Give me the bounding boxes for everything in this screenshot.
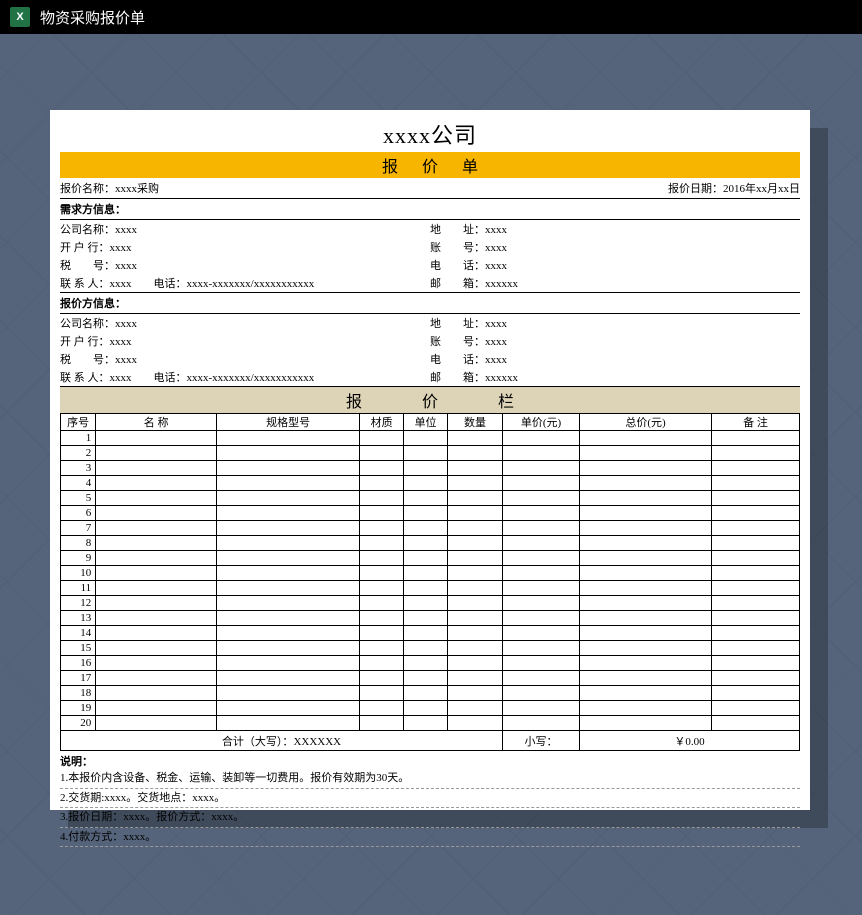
table-row: 9 [61, 551, 800, 566]
col-seq: 序号 [61, 414, 96, 431]
note-line-3: 3.报价日期：xxxx。报价方式：xxxx。 [60, 808, 800, 828]
demand-account-value: xxxx [485, 242, 507, 254]
excel-icon: X [10, 7, 30, 27]
demand-company-value: xxxx [115, 224, 137, 236]
col-total: 总价(元) [580, 414, 712, 431]
col-qty: 数量 [448, 414, 503, 431]
table-row: 13 [61, 611, 800, 626]
table-row: 5 [61, 491, 800, 506]
supply-bank-label: 开 户 行： [60, 336, 110, 348]
table-row: 20 [61, 716, 800, 731]
quote-date-value: 2016年xx月xx日 [723, 183, 800, 195]
demand-phone-label: 电话： [154, 278, 187, 290]
col-name: 名 称 [96, 414, 217, 431]
supply-tel-value: xxxx [485, 354, 507, 366]
total-lower-value: ￥0.00 [580, 731, 800, 751]
supply-company-value: xxxx [115, 318, 137, 330]
table-row: 10 [61, 566, 800, 581]
titlebar: X 物资采购报价单 [0, 0, 862, 34]
demand-contact-value: xxxx [110, 278, 132, 290]
col-price: 单价(元) [503, 414, 580, 431]
table-row: 2 [61, 446, 800, 461]
table-row: 18 [61, 686, 800, 701]
demand-mail-label: 邮 箱： [430, 278, 485, 290]
table-row: 3 [61, 461, 800, 476]
quote-name-label: 报价名称： [60, 183, 115, 195]
document-sheet: xxxx公司 报价单 报价名称：xxxx采购 报价日期：2016年xx月xx日 … [50, 110, 810, 810]
total-lower-label: 小写： [503, 731, 580, 751]
table-row: 19 [61, 701, 800, 716]
supply-company-label: 公司名称： [60, 318, 115, 330]
demand-bank-label: 开 户 行： [60, 242, 110, 254]
demand-account-label: 账 号： [430, 242, 485, 254]
notes-title: 说明： [60, 753, 800, 769]
demand-mail-value: xxxxxx [485, 278, 518, 290]
supply-addr-label: 地 址： [430, 318, 485, 330]
total-upper: 合计（大写）：XXXXXX [61, 731, 503, 751]
supply-mail-label: 邮 箱： [430, 372, 485, 384]
col-mat: 材质 [360, 414, 404, 431]
demand-tax-label: 税 号： [60, 260, 115, 272]
demand-contact-label: 联 系 人： [60, 278, 110, 290]
supply-tax-label: 税 号： [60, 354, 115, 366]
supply-bank-value: xxxx [110, 336, 132, 348]
table-row: 4 [61, 476, 800, 491]
supply-phone-value: xxxx-xxxxxxx/xxxxxxxxxxx [187, 372, 315, 384]
supply-section: 报价方信息： [60, 293, 800, 314]
meta-row: 报价名称：xxxx采购 报价日期：2016年xx月xx日 [60, 178, 800, 199]
supply-mail-value: xxxxxx [485, 372, 518, 384]
company-name: xxxx公司 [60, 118, 800, 150]
quote-table: 序号 名 称 规格型号 材质 单位 数量 单价(元) 总价(元) 备 注 123… [60, 413, 800, 751]
demand-tel-value: xxxx [485, 260, 507, 272]
demand-tel-label: 电 话： [430, 260, 485, 272]
col-unit: 单位 [404, 414, 448, 431]
table-row: 1 [61, 431, 800, 446]
supply-addr-value: xxxx [485, 318, 507, 330]
note-line-2: 2.交货期:xxxx。交货地点：xxxx。 [60, 789, 800, 809]
supply-contact-label: 联 系 人： [60, 372, 110, 384]
demand-bank-value: xxxx [110, 242, 132, 254]
supply-contact-value: xxxx [110, 372, 132, 384]
titlebar-text: 物资采购报价单 [40, 7, 145, 28]
table-row: 17 [61, 671, 800, 686]
quote-name-value: xxxx采购 [115, 183, 159, 195]
table-row: 11 [61, 581, 800, 596]
supply-account-label: 账 号： [430, 336, 485, 348]
table-row: 12 [61, 596, 800, 611]
table-row: 7 [61, 521, 800, 536]
demand-addr-value: xxxx [485, 224, 507, 236]
demand-section: 需求方信息： [60, 199, 800, 220]
table-row: 15 [61, 641, 800, 656]
col-spec: 规格型号 [217, 414, 360, 431]
supply-account-value: xxxx [485, 336, 507, 348]
table-row: 16 [61, 656, 800, 671]
supply-tel-label: 电 话： [430, 354, 485, 366]
table-row: 8 [61, 536, 800, 551]
note-line-4: 4.付款方式：xxxx。 [60, 828, 800, 848]
demand-phone-value: xxxx-xxxxxxx/xxxxxxxxxxx [187, 278, 315, 290]
quote-date-label: 报价日期： [668, 183, 723, 195]
table-row: 14 [61, 626, 800, 641]
title-banner: 报价单 [60, 152, 800, 178]
notes-section: 说明： 1.本报价内含设备、税金、运输、装卸等一切费用。报价有效期为30天。 2… [60, 750, 800, 847]
table-row: 6 [61, 506, 800, 521]
quote-section-header: 报价栏 [60, 386, 800, 413]
demand-addr-label: 地 址： [430, 224, 485, 236]
demand-tax-value: xxxx [115, 260, 137, 272]
supply-phone-label: 电话： [154, 372, 187, 384]
note-line-1: 1.本报价内含设备、税金、运输、装卸等一切费用。报价有效期为30天。 [60, 769, 800, 789]
supply-tax-value: xxxx [115, 354, 137, 366]
col-note: 备 注 [711, 414, 799, 431]
demand-company-label: 公司名称： [60, 224, 115, 236]
